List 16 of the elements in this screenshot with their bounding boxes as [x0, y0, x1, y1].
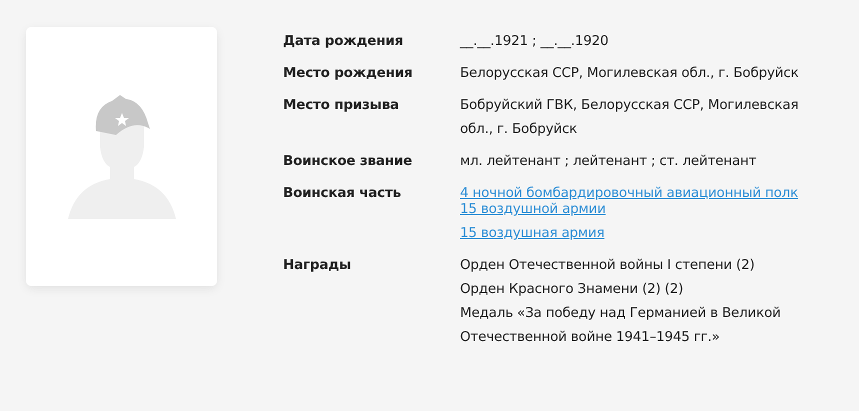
field-label: Место призыва — [283, 96, 400, 115]
field-label: Дата рождения — [283, 32, 404, 51]
unit-link[interactable]: 15 воздушная армия — [460, 221, 810, 245]
field-label: Воинское звание — [283, 152, 414, 171]
field-value: __.__.1921 ; __.__.1920 — [460, 32, 610, 51]
field-value: мл. лейтенант ; лейтенант ; ст. лейтенант — [460, 152, 758, 171]
avatar-icon — [68, 94, 176, 218]
field-value: Белорусская ССР, Могилевская обл., г. Бобруйск — [460, 64, 800, 83]
field-value: Бобруйский ГВК, Белорусская ССР, Могилевская обл., г. Бобруйск — [460, 96, 800, 139]
field-label: Место рождения — [283, 64, 414, 83]
field-value: Орден Красного Знамени (2) (2) — [460, 280, 684, 299]
field-label: Награды — [283, 256, 352, 275]
unit-link[interactable]: 4 ночной бомбардировочный авиационный полк 15 воздушной армии — [460, 181, 810, 221]
field-value: Орден Отечественной войны I степени (2) — [460, 256, 756, 275]
field-value: Медаль «За победу над Германией в Великой Отечественной войне 1941–1945 гг.» — [460, 304, 782, 347]
field-label: Воинская часть — [283, 184, 402, 203]
